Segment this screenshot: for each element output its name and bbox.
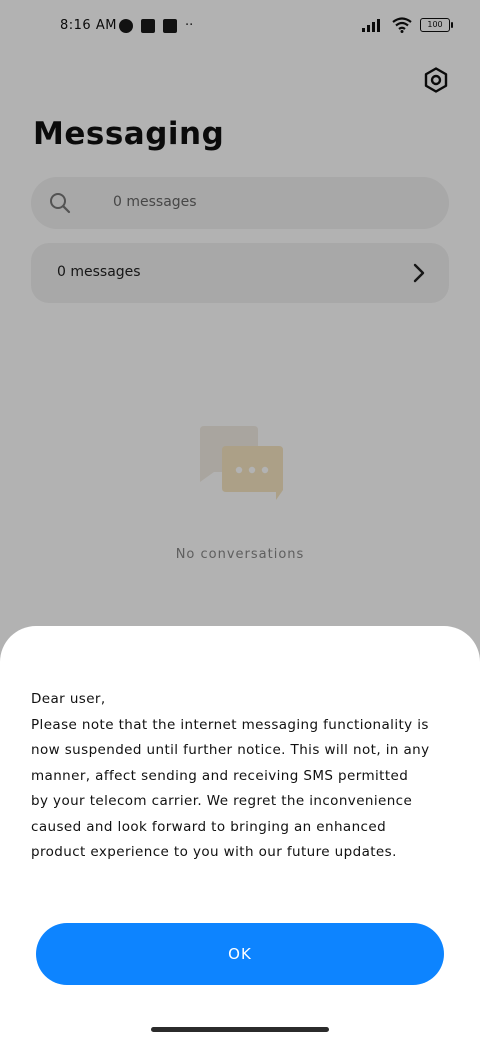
dialog-line: Please note that the internet messaging …	[31, 716, 429, 733]
dialog-line: by your telecom carrier. We regret the i…	[31, 793, 413, 809]
dialog-line: product experience to you with our futur…	[31, 844, 397, 860]
home-indicator[interactable]	[151, 1027, 329, 1032]
dialog-line: manner, affect sending and receiving SMS…	[31, 767, 409, 784]
dialog-line: caused and look forward to bringing an e…	[31, 818, 387, 835]
dialog-line: now suspended until further notice. This…	[31, 742, 430, 758]
notice-dialog: Dear user, Please note that the internet…	[0, 626, 480, 1040]
dialog-line: Dear user,	[31, 691, 106, 707]
ok-button[interactable]: OK	[36, 923, 444, 985]
dialog-message: Dear user, Please note that the internet…	[31, 687, 471, 866]
